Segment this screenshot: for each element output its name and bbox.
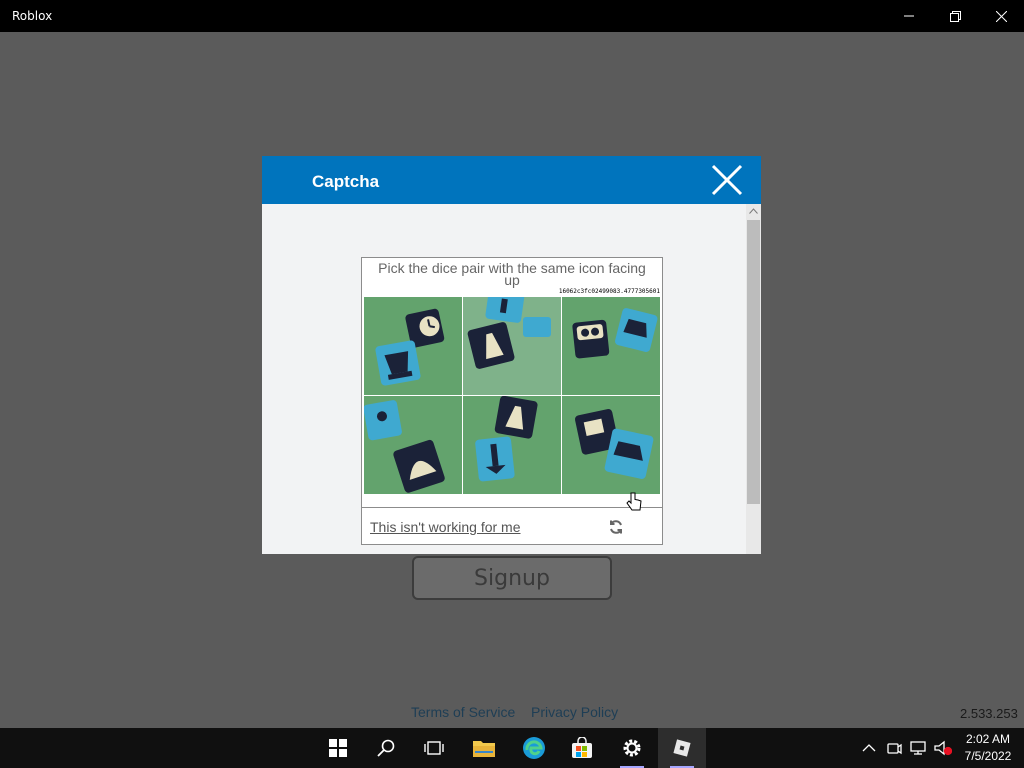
modal-header: Captcha <box>262 156 761 204</box>
taskbar: 2:02 AM 7/5/2022 <box>0 728 1024 768</box>
scroll-thumb[interactable] <box>747 220 760 504</box>
captcha-tile-1[interactable] <box>364 297 462 395</box>
network-icon <box>910 741 926 755</box>
start-icon <box>329 739 347 757</box>
refresh-button[interactable] <box>608 519 624 535</box>
volume-tray[interactable] <box>934 738 952 758</box>
taskbar-clock[interactable]: 2:02 AM 7/5/2022 <box>958 731 1018 765</box>
chevron-up-icon <box>862 744 876 752</box>
task-view-icon <box>424 741 444 755</box>
meet-now-icon <box>887 743 902 755</box>
dice-image <box>463 396 561 494</box>
clock-time: 2:02 AM <box>965 732 1011 746</box>
dice-image <box>562 297 660 395</box>
captcha-tile-2[interactable] <box>463 297 561 395</box>
close-window-button[interactable] <box>978 0 1024 32</box>
start-button[interactable] <box>314 728 362 768</box>
captcha-tile-5[interactable] <box>463 396 561 494</box>
captcha-tile-4[interactable] <box>364 396 462 494</box>
settings-button[interactable] <box>608 728 656 768</box>
captcha-tile-6[interactable] <box>562 396 660 494</box>
settings-icon <box>623 739 641 757</box>
modal-body: Pick the dice pair with the same icon fa… <box>262 204 746 554</box>
privacy-policy-link[interactable]: Privacy Policy <box>531 704 618 720</box>
dice-image <box>463 297 561 395</box>
task-view-button[interactable] <box>410 728 458 768</box>
store-icon <box>572 737 592 758</box>
captcha-widget: Pick the dice pair with the same icon fa… <box>361 257 663 545</box>
dice-image <box>364 297 462 395</box>
store-button[interactable] <box>558 728 606 768</box>
edge-button[interactable] <box>510 728 558 768</box>
close-icon <box>995 10 1007 22</box>
search-icon <box>377 739 395 757</box>
terms-of-service-link[interactable]: Terms of Service <box>411 704 515 720</box>
file-explorer-button[interactable] <box>460 728 508 768</box>
file-explorer-icon <box>473 741 495 757</box>
restore-button[interactable] <box>932 0 978 32</box>
dice-image <box>562 396 660 494</box>
show-hidden-icons-button[interactable] <box>862 738 876 758</box>
captcha-prompt: Pick the dice pair with the same icon fa… <box>378 260 646 288</box>
roblox-icon <box>673 739 691 757</box>
window-titlebar: Roblox <box>0 0 1024 32</box>
search-button[interactable] <box>362 728 410 768</box>
signup-button[interactable]: Signup <box>412 556 612 600</box>
roblox-taskbar-button[interactable] <box>658 728 706 768</box>
meet-now-tray[interactable] <box>886 738 902 758</box>
modal-scrollbar[interactable] <box>746 204 761 554</box>
dice-image <box>364 396 462 494</box>
volume-muted-icon <box>934 740 952 756</box>
not-working-link[interactable]: This isn't working for me <box>370 519 521 535</box>
captcha-tile-3[interactable] <box>562 297 660 395</box>
modal-close-button[interactable] <box>708 162 746 198</box>
modal-title: Captcha <box>312 172 380 191</box>
edge-icon <box>523 737 545 759</box>
minimize-icon <box>904 15 914 17</box>
captcha-divider <box>362 507 662 508</box>
version-label: 2.533.253 <box>960 706 1018 721</box>
captcha-image-grid <box>364 297 660 494</box>
close-icon <box>711 164 743 196</box>
captcha-modal: Captcha Pick the dice pair with the same… <box>262 156 761 554</box>
hand-cursor-icon <box>626 492 642 512</box>
minimize-button[interactable] <box>886 0 932 32</box>
window-title: Roblox <box>12 9 53 23</box>
refresh-icon <box>610 520 622 534</box>
captcha-token: 16062c3fc02499083.4777305601 <box>558 288 660 295</box>
clock-date: 7/5/2022 <box>964 749 1012 763</box>
chevron-up-icon <box>749 208 758 214</box>
network-tray[interactable] <box>910 738 928 758</box>
scroll-up-button[interactable] <box>746 204 761 218</box>
restore-icon <box>949 10 961 22</box>
